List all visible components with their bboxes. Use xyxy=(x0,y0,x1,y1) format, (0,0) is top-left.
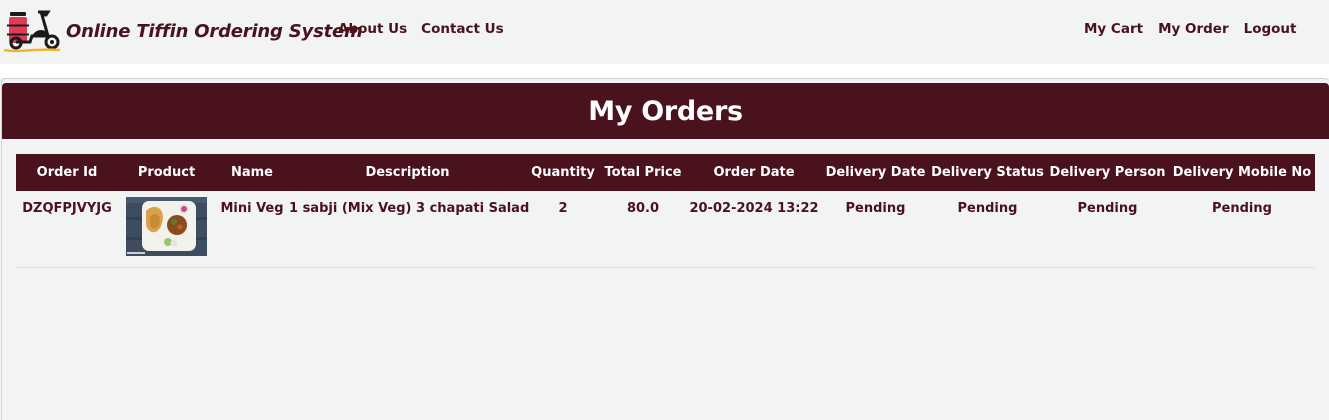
nav-divider xyxy=(0,64,1329,78)
page-title: My Orders xyxy=(588,95,743,127)
delivery-person-cell: Pending xyxy=(1077,201,1138,216)
column-header-quantity: Quantity xyxy=(531,165,595,180)
order-id-cell: DZQFPJVYJG xyxy=(22,201,112,216)
nav-about-us-link[interactable]: About Us xyxy=(338,21,407,37)
food-plate-thumbnail xyxy=(126,197,207,256)
column-header-name: Name xyxy=(230,165,273,180)
delivery-date-cell: Pending xyxy=(845,201,906,216)
column-header-delivery-mobile: Delivery Mobile No xyxy=(1172,165,1312,180)
column-header-total-price: Total Price xyxy=(604,165,682,180)
nav-left: About Us Contact Us xyxy=(338,21,504,37)
nav-contact-us-link[interactable]: Contact Us xyxy=(421,21,504,37)
orders-panel-header: My Orders xyxy=(2,83,1329,139)
product-cell xyxy=(118,191,215,267)
column-header-product: Product xyxy=(137,165,196,180)
total-price-cell: 80.0 xyxy=(626,201,660,216)
nav-my-cart-link[interactable]: My Cart xyxy=(1084,21,1143,37)
delivery-scooter-tiffin-icon xyxy=(2,6,64,54)
delivery-status-cell: Pending xyxy=(957,201,1018,216)
column-header-order-date: Order Date xyxy=(713,165,795,180)
nav-my-order-link[interactable]: My Order xyxy=(1158,21,1229,37)
description-cell: 1 sabji (Mix Veg) 3 chapati Salad xyxy=(289,201,530,216)
column-header-order-id: Order Id xyxy=(36,165,98,180)
column-header-description: Description xyxy=(365,165,450,180)
brand-title: Online Tiffin Ordering System xyxy=(66,20,363,42)
navbar: Online Tiffin Ordering System About Us C… xyxy=(0,0,1329,64)
orders-table: Order Id Product Name Description Quanti… xyxy=(16,154,1315,268)
column-header-delivery-person: Delivery Person xyxy=(1049,165,1166,180)
nav-logout-link[interactable]: Logout xyxy=(1244,21,1297,37)
nav-right: My Cart My Order Logout xyxy=(1084,21,1297,37)
column-header-delivery-status: Delivery Status xyxy=(931,165,1044,180)
delivery-mobile-cell: Pending xyxy=(1212,201,1272,216)
column-header-delivery-date: Delivery Date xyxy=(825,165,926,180)
quantity-cell: 2 xyxy=(558,201,568,216)
table-header-row: Order Id Product Name Description Quanti… xyxy=(16,154,1315,191)
brand[interactable]: Online Tiffin Ordering System xyxy=(2,4,363,56)
order-date-cell: 20-02-2024 13:22 xyxy=(689,201,819,216)
table-row: DZQFPJVYJG Mini Veg 1 sabji (Mix Veg) 3 … xyxy=(16,191,1315,267)
name-cell: Mini Veg xyxy=(220,201,284,216)
